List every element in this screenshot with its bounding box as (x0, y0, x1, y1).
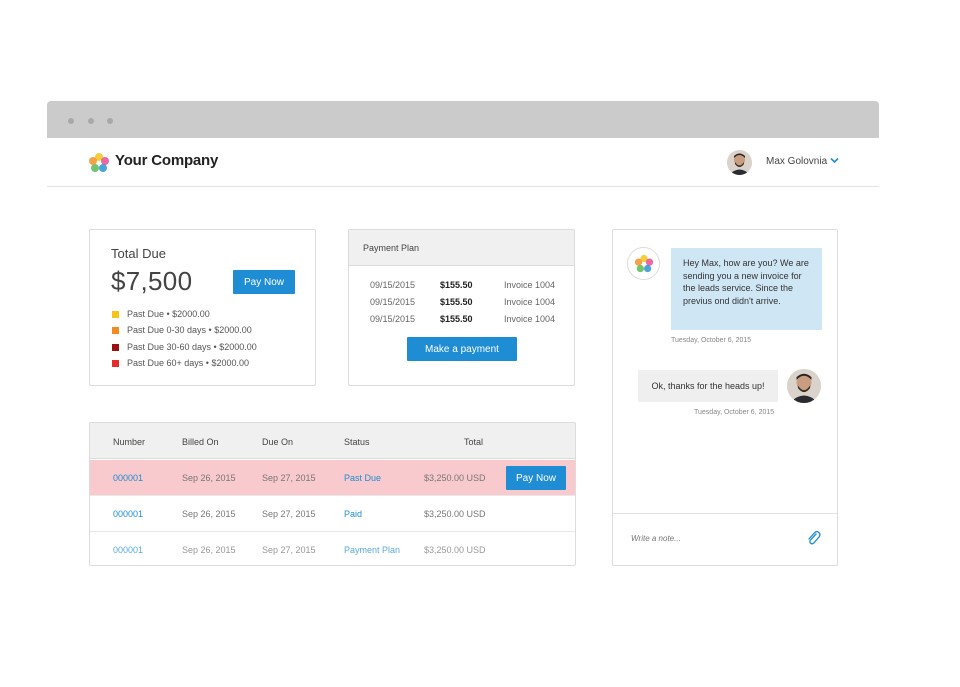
message-timestamp: Tuesday, October 6, 2015 (694, 409, 775, 416)
legend-item: Past Due 60+ days • $2000.00 (112, 358, 249, 368)
message-timestamp: Tuesday, October 6, 2015 (671, 337, 752, 344)
invoice-number-link[interactable]: 000001 (113, 473, 143, 483)
legend-swatch (112, 343, 119, 351)
total-cell: $3,250.00 USD (424, 545, 486, 555)
due-on-cell: Sep 27, 2015 (262, 473, 316, 483)
plan-amount: $155.50 (440, 314, 473, 324)
column-due-on[interactable]: Due On (262, 437, 293, 447)
pay-now-button[interactable]: Pay Now (233, 270, 295, 294)
invoices-table: Number Billed On Due On Status Total 000… (89, 422, 576, 566)
legend-swatch (112, 326, 119, 334)
company-avatar (627, 247, 660, 280)
total-due-title: Total Due (111, 246, 166, 261)
user-avatar (787, 369, 821, 403)
payment-plan-header: Payment Plan (349, 230, 574, 266)
plan-invoice[interactable]: Invoice 1004 (504, 280, 555, 290)
browser-window: Your Company Max Golovnia Total Due $7,5… (47, 101, 879, 581)
invoice-number-link[interactable]: 000001 (113, 545, 143, 555)
payment-plan-title: Payment Plan (363, 243, 420, 253)
plan-invoice[interactable]: Invoice 1004 (504, 297, 555, 307)
billed-on-cell: Sep 26, 2015 (182, 473, 236, 483)
company-logo-icon (89, 153, 109, 172)
legend-swatch (112, 310, 119, 318)
column-billed-on[interactable]: Billed On (182, 437, 219, 447)
user-name[interactable]: Max Golovnia (766, 156, 827, 167)
table-row: 000001 Sep 26, 2015 Sep 27, 2015 Past Du… (90, 460, 575, 496)
legend-label: Past Due 30-60 days • $2000.00 (127, 342, 257, 352)
legend-item: Past Due • $2000.00 (112, 309, 210, 319)
plan-date: 09/15/2015 (370, 314, 416, 324)
table-header: Number Billed On Due On Status Total (90, 423, 575, 459)
total-due-card: Total Due $7,500 Pay Now Past Due • $200… (89, 229, 316, 386)
legend-label: Past Due 60+ days • $2000.00 (127, 358, 249, 368)
plan-date: 09/15/2015 (370, 297, 416, 307)
plan-date: 09/15/2015 (370, 280, 416, 290)
paperclip-icon[interactable] (805, 529, 821, 547)
company-name[interactable]: Your Company (115, 152, 218, 169)
plan-invoice[interactable]: Invoice 1004 (504, 314, 555, 324)
chat-panel: Hey Max, how are you? We are sending you… (612, 229, 838, 566)
chevron-down-icon[interactable] (830, 157, 839, 164)
payment-plan-card: Payment Plan 09/15/2015 $155.50 Invoice … (348, 229, 575, 386)
status-badge: Past Due (344, 473, 382, 483)
column-total[interactable]: Total (464, 437, 483, 447)
compose-area (613, 513, 837, 565)
company-logo-icon (634, 254, 654, 273)
window-dot (88, 118, 94, 124)
invoice-number-link[interactable]: 000001 (113, 509, 143, 519)
total-cell: $3,250.00 USD (424, 473, 486, 483)
app-header: Your Company Max Golovnia (47, 138, 879, 187)
due-on-cell: Sep 27, 2015 (262, 545, 316, 555)
window-dot (68, 118, 74, 124)
column-status[interactable]: Status (344, 437, 370, 447)
billed-on-cell: Sep 26, 2015 (182, 509, 236, 519)
table-row: 000001 Sep 26, 2015 Sep 27, 2015 Paid $3… (90, 496, 575, 532)
user-avatar[interactable] (727, 150, 752, 175)
legend-item: Past Due 30-60 days • $2000.00 (112, 342, 257, 352)
billed-on-cell: Sep 26, 2015 (182, 545, 236, 555)
make-payment-button[interactable]: Make a payment (407, 337, 517, 361)
browser-chrome (47, 101, 879, 138)
incoming-message: Hey Max, how are you? We are sending you… (671, 248, 822, 330)
due-on-cell: Sep 27, 2015 (262, 509, 316, 519)
legend-swatch (112, 359, 119, 367)
window-dot (107, 118, 113, 124)
legend-item: Past Due 0-30 days • $2000.00 (112, 325, 252, 335)
total-due-amount: $7,500 (111, 266, 193, 296)
total-cell: $3,250.00 USD (424, 509, 486, 519)
row-pay-now-button[interactable]: Pay Now (506, 466, 566, 490)
status-badge: Payment Plan (344, 545, 401, 555)
legend-label: Past Due 0-30 days • $2000.00 (127, 325, 252, 335)
plan-amount: $155.50 (440, 280, 473, 290)
table-row: 000001 Sep 26, 2015 Sep 27, 2015 Payment… (90, 532, 575, 568)
plan-amount: $155.50 (440, 297, 473, 307)
status-badge: Paid (344, 509, 363, 519)
column-number[interactable]: Number (113, 437, 145, 447)
note-input[interactable] (631, 534, 801, 543)
outgoing-message: Ok, thanks for the heads up! (638, 370, 778, 402)
legend-label: Past Due • $2000.00 (127, 309, 210, 319)
